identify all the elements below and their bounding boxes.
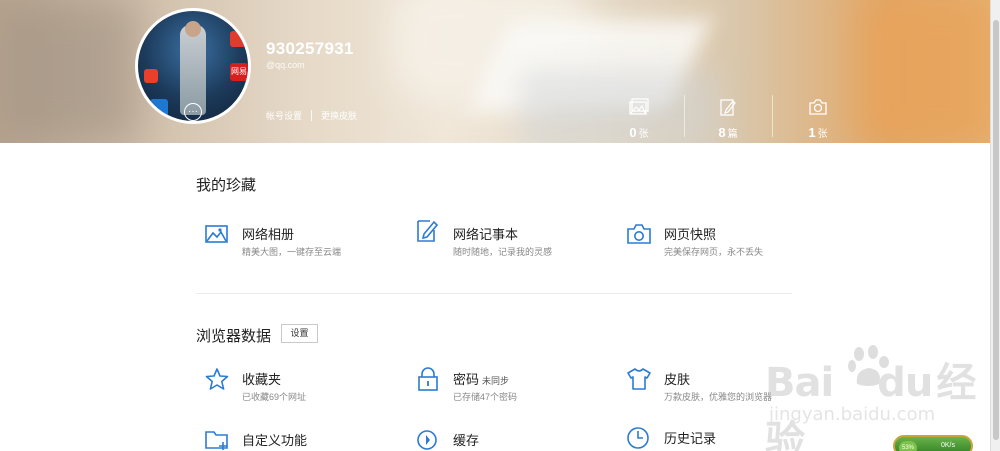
section-title-favorites: 我的珍藏 bbox=[196, 177, 257, 194]
tshirt-icon bbox=[627, 368, 651, 390]
username: 930257931 bbox=[266, 39, 354, 58]
star-icon bbox=[205, 368, 229, 390]
camera-icon bbox=[809, 99, 827, 115]
profile-banner: 网易 ··· 930257931 @qq.com 帐号设置 更换皮肤 0张 8篇 … bbox=[0, 0, 990, 143]
stat-snapshots[interactable]: 1张 bbox=[788, 98, 848, 140]
email: @qq.com bbox=[266, 60, 305, 70]
scrollbar-thumb[interactable] bbox=[993, 20, 999, 440]
item-custom-functions[interactable]: 自定义功能 bbox=[204, 428, 404, 451]
item-web-snapshot[interactable]: 网页快照 完美保存网页，永不丢失 bbox=[626, 222, 826, 258]
item-photo-album[interactable]: 网络相册 精美大图，一键存至云端 bbox=[204, 222, 404, 258]
network-speed-widget[interactable]: 53% 0K/s bbox=[893, 435, 973, 451]
lock-icon bbox=[418, 367, 438, 391]
account-settings-link[interactable]: 帐号设置 bbox=[266, 111, 302, 121]
sync-status: 未同步 bbox=[482, 376, 510, 386]
stat-notes[interactable]: 8篇 bbox=[698, 98, 758, 140]
item-bookmarks[interactable]: 收藏夹 已收藏69个网址 bbox=[204, 367, 404, 403]
photo-album-icon bbox=[205, 225, 228, 243]
notepad-icon bbox=[417, 220, 439, 242]
change-skin-link[interactable]: 更换皮肤 bbox=[321, 111, 357, 121]
gallery-icon bbox=[629, 98, 649, 115]
note-icon bbox=[720, 99, 736, 116]
item-cache[interactable]: 缓存 bbox=[415, 428, 615, 451]
item-passwords[interactable]: 密码 未同步 已存储47个密码 bbox=[415, 367, 615, 403]
account-links: 帐号设置 更换皮肤 bbox=[266, 109, 357, 122]
settings-button[interactable]: 设置 bbox=[281, 324, 318, 343]
stat-photos[interactable]: 0张 bbox=[609, 98, 669, 140]
item-notepad[interactable]: 网络记事本 随时随地，记录我的灵感 bbox=[415, 218, 615, 257]
baidu-jingyan-watermark: Bai du 经验 jingyan.baidu.com bbox=[765, 340, 990, 451]
cache-icon bbox=[417, 430, 437, 450]
folder-add-icon bbox=[205, 431, 228, 450]
paw-icon bbox=[848, 345, 889, 386]
scrollbar[interactable] bbox=[990, 0, 1000, 451]
section-title-browser-data: 浏览器数据 bbox=[196, 328, 272, 345]
section-divider bbox=[196, 293, 792, 294]
camera-icon bbox=[627, 224, 651, 244]
avatar[interactable]: 网易 ··· bbox=[135, 8, 251, 124]
clock-icon bbox=[627, 427, 649, 449]
